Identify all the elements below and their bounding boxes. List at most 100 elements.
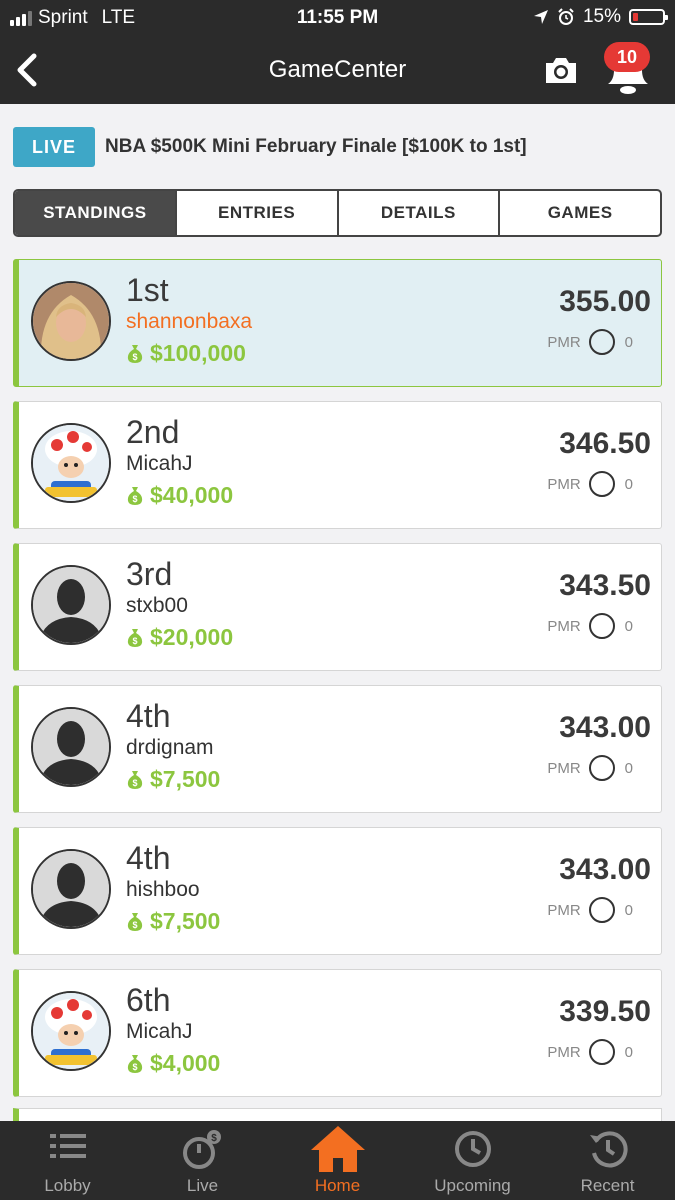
user-photo-icon [33,283,109,359]
pmr-indicator: PMR 0 [547,471,633,497]
nav-label: Home [314,1176,361,1195]
score: 343.00 [559,853,651,886]
nav-upcoming[interactable]: Upcoming [405,1121,540,1200]
money-bag-icon: $ [127,1054,143,1073]
pmr-progress-ring [588,329,615,355]
bottom-nav: Lobby $ Live Home Upcoming Recent [0,1121,675,1200]
svg-text:$: $ [132,352,137,362]
score: 343.00 [559,711,651,744]
battery-icon [629,9,668,25]
camera-icon[interactable] [543,52,579,88]
svg-text:$: $ [132,494,137,504]
app-header: GameCenter [0,36,675,104]
prize-value: $7,500 [150,766,221,792]
list-icon [49,1134,86,1158]
pmr-progress-ring [588,613,615,639]
prize-value: $7,500 [150,908,221,934]
rank-label: 2nd [126,414,180,450]
contest-title: NBA $500K Mini February Finale [$100K to… [105,136,527,157]
nav-home[interactable]: Home [270,1121,405,1200]
standings-row[interactable]: 3rd stxb00 $ $20,000 343.50 PMR 0 [13,543,662,671]
tab-entries[interactable]: ENTRIES [174,191,337,235]
prize-value: $4,000 [150,1050,221,1076]
pmr-value: 0 [624,901,633,919]
avatar [31,423,111,503]
rank-label: 4th [126,840,171,876]
pmr-progress-ring [588,755,615,781]
tab-standings[interactable]: STANDINGS [15,191,175,235]
nav-label: Lobby [44,1176,91,1195]
avatar [31,849,111,929]
status-bar: Sprint LTE 11:55 PM 15% [0,0,675,36]
standings-row[interactable]: 4th drdignam $ $7,500 343.00 PMR 0 [13,685,662,813]
standings-row[interactable]: 6th MicahJ $ $4,000 339.50 PMR 0 [13,969,662,1097]
nav-recent[interactable]: Recent [540,1121,675,1200]
clock-icon [454,1131,491,1167]
score: 343.50 [559,569,651,602]
username: shannonbaxa [126,310,253,333]
avatar [31,991,111,1071]
tab-details[interactable]: DETAILS [336,191,499,235]
money-bag-icon: $ [127,912,143,931]
home-icon [310,1126,365,1172]
live-badge: LIVE [13,127,95,167]
nav-live[interactable]: $ Live [135,1121,270,1200]
contest-tabs: STANDINGS ENTRIES DETAILS GAMES [13,189,662,237]
pmr-value: 0 [624,617,633,635]
rank-label: 6th [126,982,171,1018]
prize-value: $100,000 [150,340,246,366]
avatar [31,707,111,787]
toad-character-icon [33,425,109,501]
nav-lobby[interactable]: Lobby [0,1121,135,1200]
rank-label: 4th [126,698,171,734]
svg-text:$: $ [132,920,137,930]
svg-text:$: $ [132,778,137,788]
prize-amount: $ $7,500 [126,908,220,935]
money-bag-icon: $ [127,344,143,363]
standings-row[interactable]: 1st shannonbaxa $ $100,000 355.00 PMR 0 [13,259,662,387]
prize-amount: $ $40,000 [126,482,233,509]
svg-text:$: $ [211,1133,217,1144]
toad-character-icon [33,993,109,1069]
tab-games[interactable]: GAMES [498,191,660,235]
pmr-indicator: PMR 0 [547,897,633,923]
pmr-progress-ring [588,1039,615,1065]
username: drdignam [126,736,214,759]
prize-value: $40,000 [150,482,234,508]
default-user-icon [33,709,109,785]
stopwatch-money-icon: $ [182,1130,221,1169]
nav-label: Recent [580,1176,635,1195]
svg-text:$: $ [132,1062,137,1072]
pmr-progress-ring [588,897,615,923]
notification-badge[interactable]: 10 [604,42,650,72]
avatar [31,281,111,361]
pmr-label: PMR [547,759,581,777]
nav-label: Upcoming [434,1176,511,1195]
alarm-icon [558,8,574,25]
contest-header: LIVE NBA $500K Mini February Finale [$10… [13,127,527,167]
pmr-value: 0 [624,1043,633,1061]
default-user-icon [33,851,109,927]
pmr-indicator: PMR 0 [547,755,633,781]
standings-row[interactable]: 2nd MicahJ $ $40,000 346.50 PMR 0 [13,401,662,529]
standings-row[interactable]: 4th hishboo $ $7,500 343.00 PMR 0 [13,827,662,955]
prize-amount: $ $100,000 [126,340,246,367]
svg-text:$: $ [132,636,137,646]
pmr-label: PMR [547,1043,581,1061]
default-user-icon [33,567,109,643]
pmr-value: 0 [624,333,633,351]
battery-percent: 15% [582,6,621,27]
score: 346.50 [559,427,651,460]
username: MicahJ [126,1020,193,1043]
status-right: 15% [533,6,668,28]
pmr-indicator: PMR 0 [547,613,633,639]
rank-label: 1st [126,272,169,308]
money-bag-icon: $ [127,770,143,789]
prize-amount: $ $7,500 [126,766,220,793]
prize-value: $20,000 [150,624,234,650]
money-bag-icon: $ [127,628,143,647]
pmr-label: PMR [547,617,581,635]
username: MicahJ [126,452,193,475]
pmr-progress-ring [588,471,615,497]
score: 339.50 [559,995,651,1028]
